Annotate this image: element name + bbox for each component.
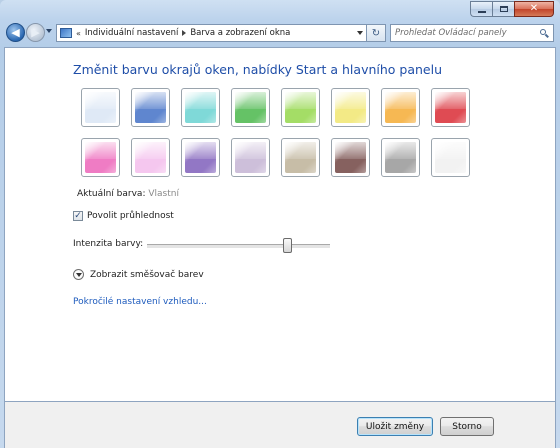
color-swatch-lime[interactable]: [281, 88, 320, 127]
color-swatch-sea[interactable]: [181, 88, 220, 127]
color-swatch-blush[interactable]: [131, 138, 170, 177]
forward-button[interactable]: ▶: [26, 23, 45, 42]
address-bar[interactable]: « Individuální nastavení Barva a zobraze…: [56, 24, 368, 42]
close-icon: ✕: [529, 3, 539, 14]
breadcrumb-window-color[interactable]: Barva a zobrazení okna: [190, 28, 290, 38]
transparency-checkbox[interactable]: ✓: [73, 211, 83, 221]
breadcrumb-chevron-icon[interactable]: [182, 30, 187, 36]
close-button[interactable]: ✕: [514, 1, 554, 17]
current-color-text: Aktuální barva: Vlastní: [77, 189, 179, 199]
control-panel-icon: [60, 28, 72, 38]
color-mixer-label[interactable]: Zobrazit směšovač barev: [90, 270, 204, 280]
refresh-icon: ↻: [371, 27, 381, 39]
color-swatch-leaf[interactable]: [231, 88, 270, 127]
color-swatch-taupe[interactable]: [281, 138, 320, 177]
minimize-icon: [477, 10, 486, 13]
footer-bar: Uložit změny Storno: [4, 402, 556, 448]
window-frame: ✕ ◀ ▶ « Individuální nastavení Barva a z…: [0, 0, 560, 448]
intensity-slider-track[interactable]: [147, 244, 330, 249]
breadcrumb-personalization[interactable]: Individuální nastavení: [85, 28, 178, 38]
color-swatch-lavender[interactable]: [231, 138, 270, 177]
caption-buttons: ✕: [470, 1, 554, 17]
color-swatch-twilight[interactable]: [131, 88, 170, 127]
address-history-button[interactable]: [353, 25, 367, 41]
intensity-slider-thumb[interactable]: [283, 238, 292, 253]
minimize-button[interactable]: [470, 1, 492, 17]
save-button[interactable]: Uložit změny: [357, 417, 433, 436]
color-swatch-fuchsia[interactable]: [81, 138, 120, 177]
forward-arrow-icon: ▶: [31, 26, 40, 39]
page-title: Změnit barvu okrajů oken, nabídky Start …: [73, 62, 443, 77]
current-color-value: Vlastní: [148, 189, 179, 199]
main-content: Změnit barvu okrajů oken, nabídky Start …: [4, 47, 556, 402]
navigation-bar: ◀ ▶ « Individuální nastavení Barva a zob…: [4, 21, 556, 45]
color-swatch-ruby[interactable]: [431, 88, 470, 127]
current-color-label: Aktuální barva:: [77, 189, 146, 199]
search-placeholder: Prohledat Ovládací panely: [395, 28, 507, 38]
cancel-button[interactable]: Storno: [440, 417, 494, 436]
back-button[interactable]: ◀: [6, 23, 25, 42]
color-mixer-toggle[interactable]: Zobrazit směšovač barev: [73, 269, 204, 280]
color-swatch-frost[interactable]: [431, 138, 470, 177]
advanced-appearance-link[interactable]: Pokročilé nastavení vzhledu...: [73, 297, 207, 307]
color-swatch-sky[interactable]: [81, 88, 120, 127]
expand-icon[interactable]: [73, 269, 84, 280]
breadcrumb-overflow[interactable]: «: [76, 29, 81, 38]
transparency-option[interactable]: ✓ Povolit průhlednost: [73, 211, 174, 221]
chevron-down-icon: [357, 31, 363, 35]
color-swatch-chocolate[interactable]: [331, 138, 370, 177]
color-swatch-violet[interactable]: [181, 138, 220, 177]
maximize-button[interactable]: [492, 1, 514, 17]
refresh-button[interactable]: ↻: [366, 24, 386, 42]
checkmark-icon: ✓: [74, 210, 82, 221]
color-swatch-slate[interactable]: [381, 138, 420, 177]
search-icon[interactable]: [540, 28, 549, 38]
color-swatch-lemon[interactable]: [331, 88, 370, 127]
maximize-icon: [499, 6, 508, 12]
search-input[interactable]: Prohledat Ovládací panely: [390, 24, 554, 42]
color-swatch-pumpkin[interactable]: [381, 88, 420, 127]
back-arrow-icon: ◀: [11, 26, 20, 39]
transparency-label[interactable]: Povolit průhlednost: [87, 211, 174, 221]
intensity-label: Intenzita barvy:: [73, 239, 144, 249]
recent-pages-dropdown[interactable]: [46, 29, 52, 33]
